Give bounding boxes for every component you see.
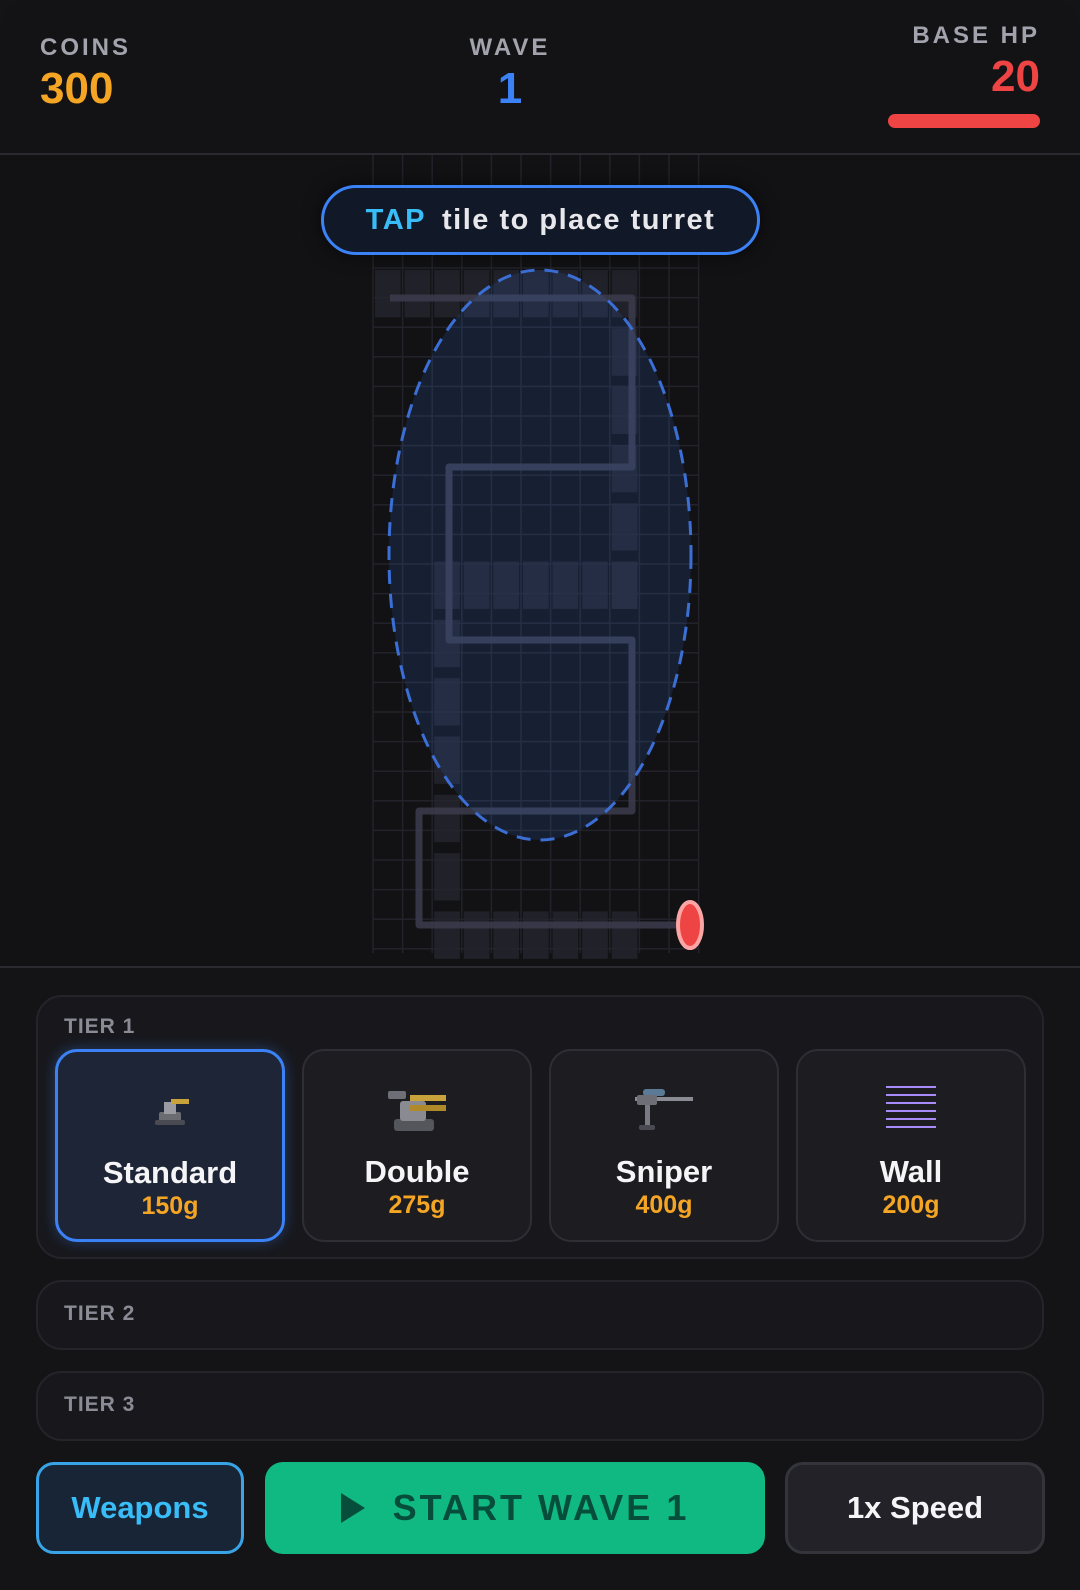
path-tile	[434, 794, 460, 843]
path-tile	[493, 911, 519, 959]
base-hp-bar	[888, 114, 1040, 128]
path-tile	[611, 911, 638, 959]
tip-text: tile to place turret	[442, 203, 716, 236]
standard-turret-icon	[145, 1082, 195, 1137]
weapon-name: Standard	[102, 1155, 238, 1190]
tier-1-label: TIER 1	[64, 1015, 136, 1038]
weapon-price: 400g	[635, 1191, 693, 1219]
weapon-name: Wall	[879, 1154, 943, 1189]
hud-bar: COINS 300 WAVE 1 BASE HP 20	[0, 0, 1080, 155]
enemy-spawn-marker	[676, 900, 704, 950]
coins-label: COINS	[40, 34, 132, 61]
path-tile	[434, 911, 460, 959]
tier-2-panel[interactable]: TIER 2	[36, 1280, 1044, 1350]
tier-3-label: TIER 3	[64, 1393, 136, 1416]
path-tile	[582, 911, 608, 959]
wall-icon	[883, 1081, 939, 1136]
weapon-card-sniper[interactable]: Sniper 400g	[549, 1049, 779, 1242]
weapon-price: 200g	[882, 1191, 940, 1219]
play-icon	[340, 1493, 365, 1523]
coins-value: 300	[40, 64, 114, 113]
weapon-card-standard[interactable]: Standard 150g	[55, 1049, 285, 1242]
tip-highlight: TAP	[365, 203, 427, 236]
game-map[interactable]: TAP tile to place turret	[0, 155, 1080, 968]
path-tile	[463, 911, 490, 959]
wave-value: 1	[497, 64, 523, 113]
weapon-price: 275g	[388, 1191, 446, 1219]
start-wave-label: START WAVE 1	[392, 1487, 690, 1528]
wave-label: WAVE	[469, 34, 551, 61]
weapon-card-double[interactable]: Double 275g	[302, 1049, 532, 1242]
path-tile	[404, 270, 431, 318]
sniper-turret-icon	[631, 1081, 697, 1142]
path-tile	[552, 911, 579, 959]
base-hp-label: BASE HP	[912, 22, 1040, 49]
wave-stat: WAVE 1	[440, 34, 580, 114]
placement-tip: TAP tile to place turret	[321, 185, 760, 255]
speed-button[interactable]: 1x Speed	[785, 1462, 1045, 1554]
weapon-name: Sniper	[615, 1154, 713, 1189]
start-wave-button[interactable]: START WAVE 1	[265, 1462, 765, 1554]
weapon-price: 150g	[141, 1192, 199, 1220]
double-turret-icon	[382, 1081, 452, 1142]
base-hp-stat: BASE HP 20	[888, 22, 1040, 128]
weapon-card-wall[interactable]: Wall 200g	[796, 1049, 1026, 1242]
path-tile	[434, 853, 460, 901]
weapon-name: Double	[364, 1154, 470, 1189]
coins-stat: COINS 300	[40, 34, 131, 114]
tier-3-panel[interactable]: TIER 3	[36, 1371, 1044, 1441]
tile-grid[interactable]	[0, 155, 1080, 968]
turret-range-indicator	[387, 268, 693, 842]
path-tile	[434, 270, 460, 318]
weapons-button[interactable]: Weapons	[36, 1462, 244, 1554]
tier-2-label: TIER 2	[64, 1302, 136, 1325]
base-hp-value: 20	[991, 52, 1040, 101]
tier-1-panel: TIER 1 Standard 150g Double 275g Sniper …	[36, 995, 1044, 1259]
path-tile	[375, 270, 401, 318]
path-tile	[523, 911, 549, 959]
